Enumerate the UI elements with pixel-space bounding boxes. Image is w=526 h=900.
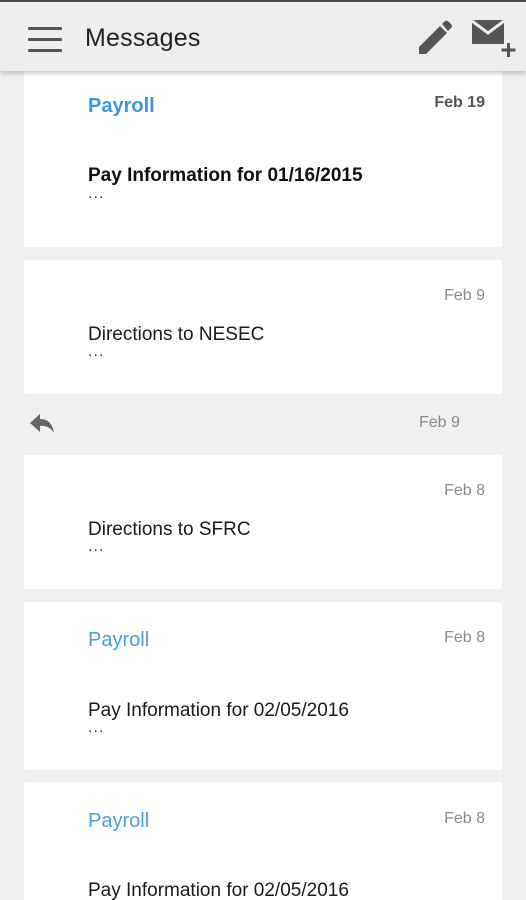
page-title: Messages <box>85 24 201 52</box>
message-sender: Payroll <box>88 810 150 832</box>
message-date: Feb 8 <box>444 629 485 646</box>
message-preview: ... <box>88 185 105 202</box>
message-preview: ... <box>88 719 105 736</box>
reply-arrow-icon <box>30 414 54 433</box>
message-subject: Directions to NESEC <box>88 324 265 345</box>
envelope-plus-icon <box>471 19 516 57</box>
message-date: Feb 9 <box>444 287 485 304</box>
message-date: Feb 8 <box>444 482 485 499</box>
message-item[interactable]: Feb 9 Directions to NESEC ... <box>24 260 502 394</box>
message-item[interactable]: Feb 8 Directions to SFRC ... <box>24 455 502 589</box>
menu-button[interactable] <box>26 25 66 55</box>
message-preview: ... <box>88 538 105 555</box>
message-sender: Payroll <box>88 95 155 117</box>
message-subject: Pay Information for 02/05/2016 <box>88 700 349 721</box>
message-sender: Payroll <box>88 629 150 651</box>
message-preview: ... <box>88 343 105 360</box>
app-bar: Messages <box>0 2 526 71</box>
message-subject: Directions to SFRC <box>88 519 251 540</box>
reply-date: Feb 9 <box>419 414 460 431</box>
message-list[interactable]: Payroll Feb 19 Pay Information for 01/16… <box>0 71 526 900</box>
message-item[interactable]: Payroll Feb 8 Pay Information for 02/05/… <box>24 782 502 900</box>
message-date: Feb 8 <box>444 810 485 827</box>
pencil-icon <box>419 20 452 54</box>
reply-row[interactable]: Feb 9 <box>0 400 526 450</box>
compose-button[interactable] <box>413 18 455 60</box>
message-date: Feb 19 <box>434 94 485 111</box>
new-message-button[interactable] <box>468 14 520 60</box>
message-item[interactable]: Payroll Feb 8 Pay Information for 02/05/… <box>24 602 502 770</box>
message-subject: Pay Information for 02/05/2016 <box>88 880 349 900</box>
message-item[interactable]: Payroll Feb 19 Pay Information for 01/16… <box>24 71 502 247</box>
message-subject: Pay Information for 01/16/2015 <box>88 165 363 186</box>
